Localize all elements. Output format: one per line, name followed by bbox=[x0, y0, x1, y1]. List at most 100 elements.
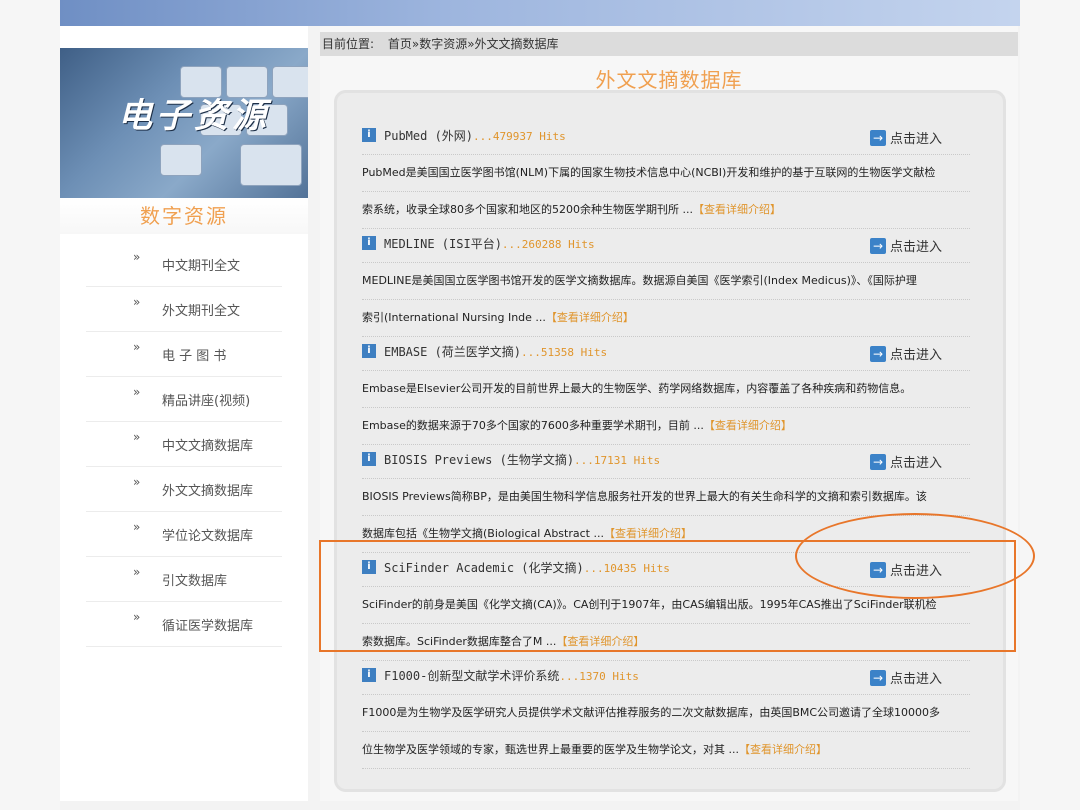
sidebar-item-label: 循证医学数据库 bbox=[162, 619, 254, 634]
view-details-link[interactable]: 【查看详细介绍】 bbox=[693, 203, 781, 216]
enter-label: 点击进入 bbox=[890, 348, 943, 363]
highlight-oval bbox=[795, 513, 1035, 599]
enter-button[interactable]: → 点击进入 bbox=[870, 667, 942, 687]
sidebar-item-label: 学位论文数据库 bbox=[162, 529, 254, 544]
entry-name: EMBASE (荷兰医学文摘) bbox=[384, 345, 522, 359]
main-content: 目前位置: 首页»数字资源»外文文摘数据库 外文文摘数据库 i PubMed (外… bbox=[320, 26, 1018, 801]
sidebar-item-label: 中文文摘数据库 bbox=[162, 439, 254, 454]
arrow-right-icon: → bbox=[870, 453, 886, 470]
entry-hits: ...1370 Hits bbox=[559, 670, 639, 683]
database-icon: i bbox=[362, 344, 376, 358]
enter-button[interactable]: → 点击进入 bbox=[870, 235, 942, 255]
arrow-right-icon: → bbox=[870, 345, 886, 362]
entry-name: BIOSIS Previews (生物学文摘) bbox=[384, 453, 575, 467]
entry-name: F1000-创新型文献学术评价系统 bbox=[384, 669, 560, 683]
view-details-link[interactable]: 【查看详细介绍】 bbox=[739, 743, 827, 756]
sidebar: 电子资源 数字资源 » 中文期刊全文 » 外文期刊全文 » 电 子 图 书 » 精品讲座(视频… bbox=[60, 26, 308, 801]
sidebar-banner-image: 电子资源 bbox=[60, 48, 308, 220]
sidebar-item[interactable]: » 学位论文数据库 bbox=[86, 512, 282, 557]
entry-description-line: Embase是Elsevier公司开发的目前世界上最大的生物医学、药学网络数据库… bbox=[362, 371, 970, 408]
view-details-link[interactable]: 【查看详细介绍】 bbox=[604, 527, 692, 540]
sidebar-item-label: 精品讲座(视频) bbox=[162, 394, 251, 409]
enter-button[interactable]: → 点击进入 bbox=[870, 343, 942, 363]
breadcrumb: 目前位置: 首页»数字资源»外文文摘数据库 bbox=[320, 32, 1018, 56]
enter-label: 点击进入 bbox=[890, 132, 943, 147]
sidebar-item-label: 外文期刊全文 bbox=[162, 304, 241, 319]
right-margin bbox=[1020, 0, 1080, 810]
arrow-right-icon: → bbox=[870, 237, 886, 254]
database-entry: i PubMed (外网)...479937 Hits → 点击进入 PubMed是美国… bbox=[362, 118, 970, 229]
entry-description-line: PubMed是美国国立医学图书馆(NLM)下属的国家生物技术信息中心(NCBI)… bbox=[362, 155, 970, 192]
view-details-link[interactable]: 【查看详细介绍】 bbox=[704, 419, 792, 432]
entry-hits: ...260288 Hits bbox=[501, 238, 595, 251]
entry-header: i BIOSIS Previews (生物学文摘)...17131 Hits → 点击… bbox=[362, 442, 970, 479]
entry-hits: ...17131 Hits bbox=[574, 454, 661, 467]
sidebar-item[interactable]: » 中文期刊全文 bbox=[86, 242, 282, 287]
entry-name: MEDLINE (ISI平台) bbox=[384, 237, 502, 251]
entry-description-text: 数据库包括《生物学文摘(Biological Abstract ... bbox=[362, 527, 604, 540]
database-icon: i bbox=[362, 236, 376, 250]
page-title: 外文文摘数据库 bbox=[595, 68, 743, 92]
entry-description-text: Embase的数据来源于70多个国家的7600多种重要学术期刊，目前 ... bbox=[362, 419, 704, 432]
sidebar-item[interactable]: » 外文文摘数据库 bbox=[86, 467, 282, 512]
bullet-icon: » bbox=[133, 520, 141, 534]
entry-description-line: 索系统，收录全球80多个国家和地区的5200余种生物医学期刊所 ...【查看详细… bbox=[362, 192, 970, 229]
enter-button[interactable]: → 点击进入 bbox=[870, 127, 942, 147]
database-icon: i bbox=[362, 452, 376, 466]
entry-description-line: Embase的数据来源于70多个国家的7600多种重要学术期刊，目前 ...【查… bbox=[362, 408, 970, 445]
entry-title-link[interactable]: BIOSIS Previews (生物学文摘)...17131 Hits bbox=[384, 451, 660, 468]
entry-description-text: 索引(International Nursing Inde ... bbox=[362, 311, 546, 324]
left-margin bbox=[0, 0, 60, 810]
entry-header: i MEDLINE (ISI平台)...260288 Hits → 点击进入 bbox=[362, 226, 970, 263]
entry-title-link[interactable]: F1000-创新型文献学术评价系统...1370 Hits bbox=[384, 667, 639, 684]
arrow-right-icon: → bbox=[870, 669, 886, 686]
bullet-icon: » bbox=[133, 250, 141, 264]
sidebar-item[interactable]: » 外文期刊全文 bbox=[86, 287, 282, 332]
sidebar-item[interactable]: » 电 子 图 书 bbox=[86, 332, 282, 377]
arrow-right-icon: → bbox=[870, 129, 886, 146]
entry-hits: ...51358 Hits bbox=[521, 346, 608, 359]
entry-description-text: 索系统，收录全球80多个国家和地区的5200余种生物医学期刊所 ... bbox=[362, 203, 693, 216]
database-panel: i PubMed (外网)...479937 Hits → 点击进入 PubMed是美国… bbox=[334, 90, 1006, 792]
bullet-icon: » bbox=[133, 340, 141, 354]
entry-title-link[interactable]: PubMed (外网)...479937 Hits bbox=[384, 127, 566, 144]
bullet-icon: » bbox=[133, 475, 141, 489]
database-entry: i EMBASE (荷兰医学文摘)...51358 Hits → 点击进入 Embase… bbox=[362, 334, 970, 445]
sidebar-item-label: 电 子 图 书 bbox=[162, 349, 227, 364]
top-header-band bbox=[60, 0, 1020, 26]
database-entry: i MEDLINE (ISI平台)...260288 Hits → 点击进入 MEDLI… bbox=[362, 226, 970, 337]
breadcrumb-prefix: 目前位置: bbox=[322, 37, 375, 51]
sidebar-menu: » 中文期刊全文» 外文期刊全文» 电 子 图 书» 精品讲座(视频)» 中文文摘数据库»… bbox=[60, 242, 308, 647]
breadcrumb-path[interactable]: 首页»数字资源»外文文摘数据库 bbox=[388, 37, 559, 51]
view-details-link[interactable]: 【查看详细介绍】 bbox=[546, 311, 634, 324]
database-icon: i bbox=[362, 128, 376, 142]
entry-title-link[interactable]: EMBASE (荷兰医学文摘)...51358 Hits bbox=[384, 343, 607, 360]
sidebar-item-label: 引文数据库 bbox=[162, 574, 228, 589]
bullet-icon: » bbox=[133, 565, 141, 579]
sidebar-section-title: 数字资源 bbox=[60, 198, 308, 234]
sidebar-item[interactable]: » 引文数据库 bbox=[86, 557, 282, 602]
enter-label: 点击进入 bbox=[890, 240, 943, 255]
entry-description-line: MEDLINE是美国国立医学图书馆开发的医学文摘数据库。数据源自美国《医学索引(… bbox=[362, 263, 970, 300]
bullet-icon: » bbox=[133, 430, 141, 444]
sidebar-item[interactable]: » 精品讲座(视频) bbox=[86, 377, 282, 422]
bullet-icon: » bbox=[133, 385, 141, 399]
bullet-icon: » bbox=[133, 295, 141, 309]
sidebar-item[interactable]: » 循证医学数据库 bbox=[86, 602, 282, 647]
enter-label: 点击进入 bbox=[890, 456, 943, 471]
enter-label: 点击进入 bbox=[890, 672, 943, 687]
entry-description-line: F1000是为生物学及医学研究人员提供学术文献评估推荐服务的二次文献数据库，由英… bbox=[362, 695, 970, 732]
entry-description-line: 索引(International Nursing Inde ...【查看详细介绍… bbox=[362, 300, 970, 337]
entry-name: PubMed (外网) bbox=[384, 129, 474, 143]
entry-description-line: 位生物学及医学领域的专家，甄选世界上最重要的医学及生物学论文，对其 ...【查看… bbox=[362, 732, 970, 769]
entry-description-text: 位生物学及医学领域的专家，甄选世界上最重要的医学及生物学论文，对其 ... bbox=[362, 743, 739, 756]
entry-hits: ...479937 Hits bbox=[473, 130, 566, 143]
database-list: i PubMed (外网)...479937 Hits → 点击进入 PubMed是美国… bbox=[362, 118, 970, 769]
entry-header: i F1000-创新型文献学术评价系统...1370 Hits → 点击进入 bbox=[362, 658, 970, 695]
entry-title-link[interactable]: MEDLINE (ISI平台)...260288 Hits bbox=[384, 235, 595, 252]
sidebar-item[interactable]: » 中文文摘数据库 bbox=[86, 422, 282, 467]
database-icon: i bbox=[362, 668, 376, 682]
enter-button[interactable]: → 点击进入 bbox=[870, 451, 942, 471]
bullet-icon: » bbox=[133, 610, 141, 624]
banner-title: 电子资源 bbox=[118, 96, 270, 136]
